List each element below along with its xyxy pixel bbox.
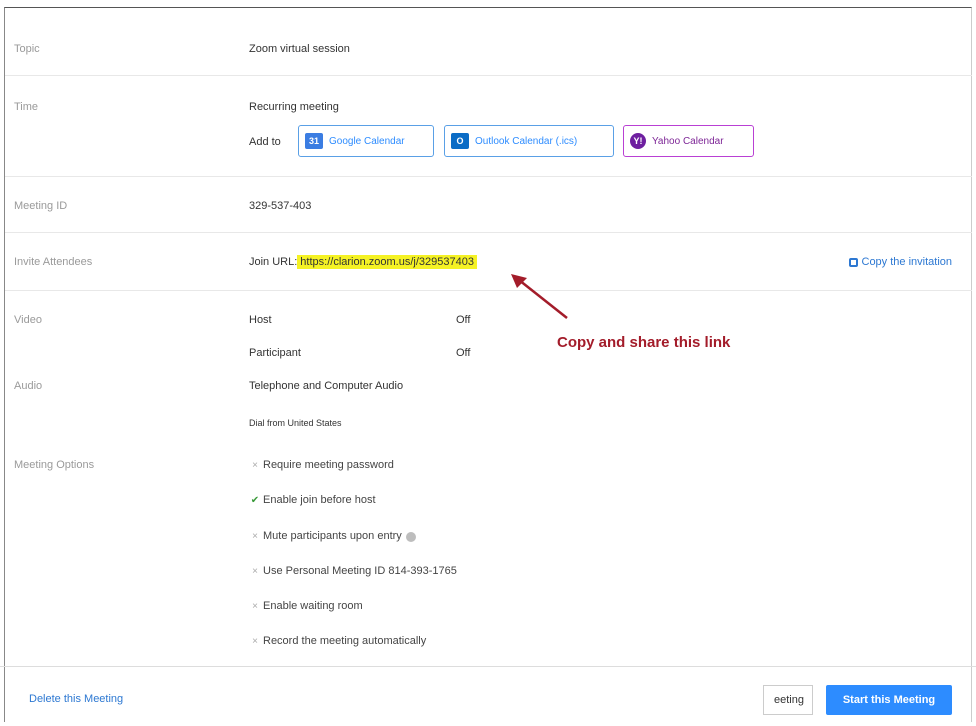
- join-url: Join URL: https://clarion.zoom.us/j/32953…: [249, 255, 477, 269]
- meeting-options-label: Meeting Options: [14, 459, 95, 471]
- audio-value: Telephone and Computer Audio: [249, 380, 404, 392]
- outlook-calendar-button[interactable]: O Outlook Calendar (.ics): [444, 125, 614, 157]
- x-icon: ×: [252, 459, 258, 471]
- yahoo-calendar-label: Yahoo Calendar: [652, 135, 724, 147]
- delete-meeting-link[interactable]: Delete this Meeting: [29, 693, 123, 705]
- audio-label: Audio: [14, 380, 43, 392]
- topic-value: Zoom virtual session: [249, 43, 350, 55]
- google-calendar-button[interactable]: 31 Google Calendar: [298, 125, 434, 157]
- option-text: Require meeting password: [263, 459, 394, 471]
- yahoo-calendar-icon: Y!: [630, 133, 646, 149]
- option-text: Mute participants upon entry: [263, 530, 402, 542]
- x-icon: ×: [252, 565, 258, 577]
- video-label: Video: [14, 314, 42, 326]
- copy-invitation-link[interactable]: Copy the invitation: [848, 256, 953, 268]
- join-url-label: Join URL:: [249, 256, 298, 268]
- x-icon: ×: [252, 530, 258, 542]
- meeting-id-row: [5, 176, 972, 233]
- topic-label: Topic: [14, 43, 40, 55]
- copy-invitation-label: Copy the invitation: [861, 256, 953, 268]
- meeting-id-label: Meeting ID: [14, 200, 68, 212]
- yahoo-calendar-button[interactable]: Y! Yahoo Calendar: [623, 125, 754, 157]
- x-icon: ×: [252, 600, 258, 612]
- info-icon[interactable]: [405, 532, 416, 542]
- participant-label: Participant: [249, 347, 301, 359]
- x-icon: ×: [252, 635, 258, 647]
- annotation-arrow: [511, 274, 568, 319]
- time-label: Time: [14, 101, 39, 113]
- dial-from: Dial from United States: [249, 418, 342, 428]
- topic-row: [5, 8, 972, 76]
- option-join-before-host: ✔ Enable join before host: [249, 494, 376, 506]
- participant-value: Off: [456, 347, 471, 359]
- invite-row: [5, 232, 972, 291]
- annotation-text: Copy and share this link: [557, 334, 731, 351]
- checkmark-icon: ✔: [250, 494, 260, 506]
- google-calendar-label: Google Calendar: [329, 135, 405, 147]
- host-label: Host: [249, 314, 272, 326]
- copy-icon: [848, 257, 858, 267]
- option-require-password: × Require meeting password: [249, 459, 394, 471]
- time-value: Recurring meeting: [249, 101, 339, 113]
- meeting-id-value: 329-537-403: [249, 200, 312, 212]
- option-record-automatically: × Record the meeting automatically: [249, 635, 426, 647]
- option-waiting-room: × Enable waiting room: [249, 600, 363, 612]
- outlook-calendar-label: Outlook Calendar (.ics): [475, 135, 578, 147]
- outlook-calendar-icon: O: [451, 133, 469, 149]
- secondary-meeting-button[interactable]: eeting: [763, 685, 813, 715]
- invite-label: Invite Attendees: [14, 256, 93, 268]
- join-url-link[interactable]: https://clarion.zoom.us/j/329537403: [297, 255, 477, 269]
- option-text: Enable waiting room: [263, 600, 363, 612]
- option-text: Record the meeting automatically: [263, 635, 427, 647]
- option-mute-participants: × Mute participants upon entry: [249, 530, 416, 542]
- option-text: Enable join before host: [263, 494, 376, 506]
- footer-divider: [0, 666, 976, 667]
- option-personal-meeting-id: × Use Personal Meeting ID 814-393-1765: [249, 565, 457, 577]
- add-to-label: Add to: [249, 136, 281, 148]
- option-text: Use Personal Meeting ID 814-393-1765: [263, 565, 457, 577]
- google-calendar-icon: 31: [305, 133, 323, 149]
- host-value: Off: [456, 314, 471, 326]
- start-meeting-button[interactable]: Start this Meeting: [826, 685, 952, 715]
